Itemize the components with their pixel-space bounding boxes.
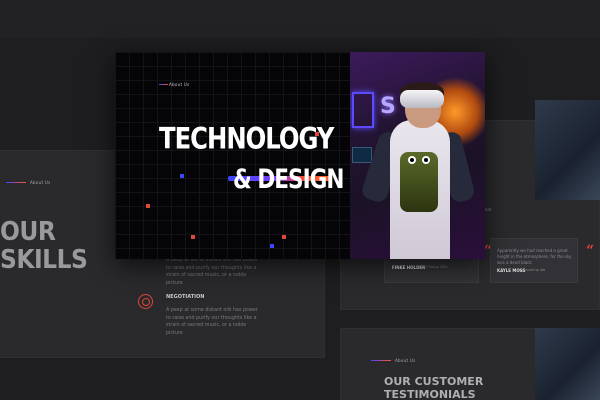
testimonials-image [535,100,600,200]
decor-square [146,204,150,208]
presentation-preview-canvas: About Us OUR SKILLS A peep at some dista… [0,0,600,400]
neon-frame [352,92,374,128]
customer-heading-line2: TESTIMONIALS [384,388,476,400]
main-slide-technology-design: About Us TECHNOLOGY & DESIGN S [115,52,485,259]
customer-testimonials-image [535,328,600,400]
print-eye [408,156,416,164]
negotiation-icon [138,294,153,309]
main-slide-label: About Us [169,82,190,87]
decor-square [180,174,184,178]
title-and-design: & DESIGN [233,164,344,195]
neon-sign: S [380,94,396,119]
customer-heading-line1: OUR CUSTOMER [384,375,484,388]
testimonial-card-2-sub: - Counseling lab [517,268,546,272]
decor-square [282,235,286,239]
vr-person-photo: S [350,52,485,259]
vr-headset [400,90,444,108]
decor-square [191,235,195,239]
decor-square [315,132,319,136]
testimonial-card-2-text: Apparently we had reached a great height… [497,248,572,265]
quote-icon-right: “ [586,243,595,259]
skills-heading: OUR SKILLS [0,217,88,275]
testimonials-side-text: hat [485,207,492,212]
skills-slide-label: About Us [6,180,51,185]
title-technology: TECHNOLOGY [159,122,334,157]
skills-heading-line2: SKILLS [0,245,88,275]
skills-paragraph-bottom: A peep at some distant orb has power to … [166,308,258,336]
testimonial-card-1-sub: - NFT Group CEO [418,265,448,269]
shirt-print [400,152,438,212]
background-monitor [352,147,372,163]
skill-title-negotiation: NEGOTIATION [166,294,205,300]
label-accent-line [159,84,168,85]
customer-testimonials-heading: OUR CUSTOMER TESTIMONIALS [384,375,483,400]
customer-slide-label: About Us [371,358,416,363]
print-eye [422,156,430,164]
decor-square [270,244,274,248]
skills-paragraph-top: A peep at some distant orb has power to … [166,258,258,286]
skills-heading-line1: OUR [0,217,56,247]
background-slide-top [0,0,600,38]
